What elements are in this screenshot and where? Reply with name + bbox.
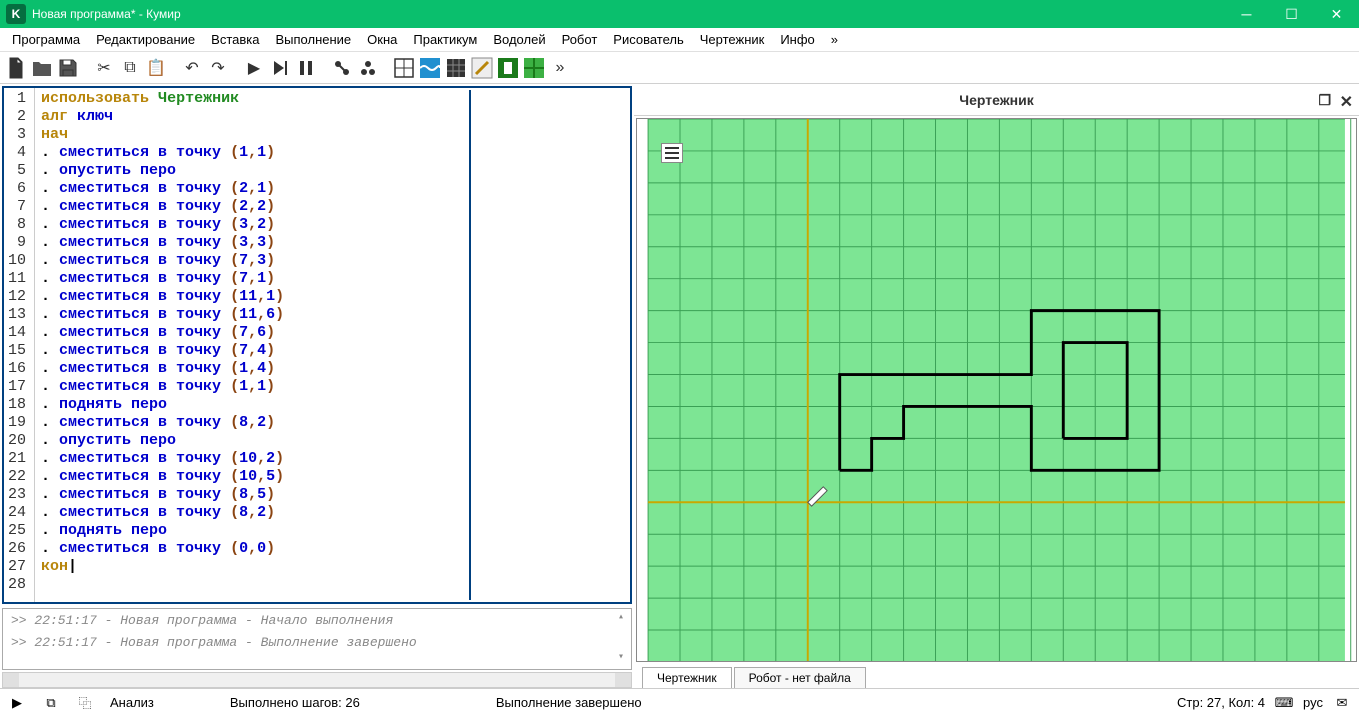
code-line: . сместиться в точку (10,2) <box>41 450 463 468</box>
run-icon[interactable]: ▶ <box>242 56 266 80</box>
code-line: . сместиться в точку (1,1) <box>41 144 463 162</box>
menu-10[interactable]: Инфо <box>772 30 822 49</box>
code-line: . опустить перо <box>41 432 463 450</box>
canvas-menu-icon[interactable] <box>661 143 683 163</box>
more-tools-icon[interactable]: » <box>548 56 572 80</box>
step-icon[interactable] <box>268 56 292 80</box>
code-line: . сместиться в точку (2,1) <box>41 180 463 198</box>
code-line: . сместиться в точку (7,1) <box>41 270 463 288</box>
grid1-icon[interactable] <box>392 56 416 80</box>
panel-close-icon[interactable]: ✕ <box>1340 92 1353 112</box>
window-title: Новая программа* - Кумир <box>32 7 1224 21</box>
menu-8[interactable]: Рисователь <box>605 30 691 49</box>
green1-icon[interactable] <box>496 56 520 80</box>
code-line <box>41 576 463 594</box>
new-file-icon[interactable] <box>4 56 28 80</box>
redo-icon[interactable]: ↷ <box>206 56 230 80</box>
code-line: . сместиться в точку (7,6) <box>41 324 463 342</box>
code-line: . сместиться в точку (7,3) <box>41 252 463 270</box>
statusbar: ▶ ⧉ ⿻ Анализ Выполнено шагов: 26 Выполне… <box>0 688 1359 716</box>
drawer-title: Чертежник ❐ ✕ <box>634 84 1359 116</box>
code-line: . сместиться в точку (8,2) <box>41 504 463 522</box>
sb-keyboard-icon[interactable]: ⌨ <box>1275 694 1293 712</box>
horizontal-scrollbar[interactable] <box>2 672 632 688</box>
menu-0[interactable]: Программа <box>4 30 88 49</box>
save-file-icon[interactable] <box>56 56 80 80</box>
code-line: нач <box>41 126 463 144</box>
green2-icon[interactable] <box>522 56 546 80</box>
code-line: . сместиться в точку (3,2) <box>41 216 463 234</box>
sb-layout2-icon[interactable]: ⿻ <box>76 694 94 712</box>
menu-7[interactable]: Робот <box>554 30 606 49</box>
sb-layout1-icon[interactable]: ⧉ <box>42 694 60 712</box>
tab[interactable]: Робот - нет файла <box>734 667 866 688</box>
drawer-canvas[interactable] <box>636 118 1357 662</box>
drawer-panel: Чертежник ❐ ✕ ЧертежникРобот - нет файла <box>634 84 1359 688</box>
code-line: . сместиться в точку (2,2) <box>41 198 463 216</box>
code-line: . сместиться в точку (1,1) <box>41 378 463 396</box>
menu-4[interactable]: Окна <box>359 30 405 49</box>
tool-a-icon[interactable] <box>330 56 354 80</box>
menu-2[interactable]: Вставка <box>203 30 267 49</box>
open-file-icon[interactable] <box>30 56 54 80</box>
console-line: >> 22:51:17 - Новая программа - Начало в… <box>11 613 623 635</box>
line-gutter: 1234567891011121314151617181920212223242… <box>4 88 35 602</box>
sb-analyze: Анализ <box>110 695 154 710</box>
menu-9[interactable]: Чертежник <box>692 30 773 49</box>
menubar: ПрограммаРедактированиеВставкаВыполнение… <box>0 28 1359 52</box>
code-line: . поднять перо <box>41 522 463 540</box>
code-line: . сместиться в точку (8,5) <box>41 486 463 504</box>
tool-b-icon[interactable] <box>356 56 380 80</box>
paste-icon[interactable]: 📋 <box>144 56 168 80</box>
water-icon[interactable] <box>418 56 442 80</box>
scroll-down-icon[interactable]: ▾ <box>613 651 629 667</box>
scroll-up-icon[interactable]: ▴ <box>613 611 629 627</box>
pause-icon[interactable] <box>294 56 318 80</box>
sb-lang: рус <box>1303 695 1323 710</box>
console-line: >> 22:51:17 - Новая программа - Выполнен… <box>11 635 623 657</box>
code-line: . сместиться в точку (7,4) <box>41 342 463 360</box>
code-line: алг ключ <box>41 108 463 126</box>
cut-icon[interactable]: ✂ <box>92 56 116 80</box>
toolbar: ✂ ⧉ 📋 ↶ ↷ ▶ » <box>0 52 1359 84</box>
code-line: . сместиться в точку (8,2) <box>41 414 463 432</box>
undo-icon[interactable]: ↶ <box>180 56 204 80</box>
code-line: кон| <box>41 558 463 576</box>
grid2-icon[interactable] <box>444 56 468 80</box>
sb-msg-icon[interactable]: ✉ <box>1333 694 1351 712</box>
maximize-button[interactable]: ☐ <box>1269 0 1314 28</box>
panel-tabs: ЧертежникРобот - нет файла <box>634 664 1359 688</box>
tab[interactable]: Чертежник <box>642 667 732 688</box>
panel-maximize-icon[interactable]: ❐ <box>1318 92 1331 109</box>
code-line: . сместиться в точку (3,3) <box>41 234 463 252</box>
menu-1[interactable]: Редактирование <box>88 30 203 49</box>
code-line: . опустить перо <box>41 162 463 180</box>
copy-icon[interactable]: ⧉ <box>118 56 142 80</box>
code-line: . сместиться в точку (10,5) <box>41 468 463 486</box>
sb-steps: Выполнено шагов: 26 <box>230 695 360 710</box>
app-icon: K <box>6 4 26 24</box>
output-console: >> 22:51:17 - Новая программа - Начало в… <box>2 608 632 670</box>
brush-icon[interactable] <box>470 56 494 80</box>
menu-11[interactable]: » <box>823 30 846 49</box>
minimize-button[interactable]: ─ <box>1224 0 1269 28</box>
close-button[interactable]: ✕ <box>1314 0 1359 28</box>
code-line: . сместиться в точку (11,1) <box>41 288 463 306</box>
code-line: . сместиться в точку (1,4) <box>41 360 463 378</box>
code-line: . сместиться в точку (0,0) <box>41 540 463 558</box>
code-panel: 1234567891011121314151617181920212223242… <box>0 84 634 688</box>
titlebar: K Новая программа* - Кумир ─ ☐ ✕ <box>0 0 1359 28</box>
sb-done: Выполнение завершено <box>496 695 642 710</box>
code-editor[interactable]: 1234567891011121314151617181920212223242… <box>2 86 632 604</box>
sb-run-icon[interactable]: ▶ <box>8 694 26 712</box>
menu-6[interactable]: Водолей <box>485 30 553 49</box>
menu-5[interactable]: Практикум <box>405 30 485 49</box>
code-line: использовать Чертежник <box>41 90 463 108</box>
code-line: . сместиться в точку (11,6) <box>41 306 463 324</box>
sb-cursor-pos: Стр: 27, Кол: 4 <box>1177 695 1265 710</box>
menu-3[interactable]: Выполнение <box>267 30 359 49</box>
code-line: . поднять перо <box>41 396 463 414</box>
code-text[interactable]: использовать Чертежникалг ключнач. смест… <box>41 90 471 600</box>
